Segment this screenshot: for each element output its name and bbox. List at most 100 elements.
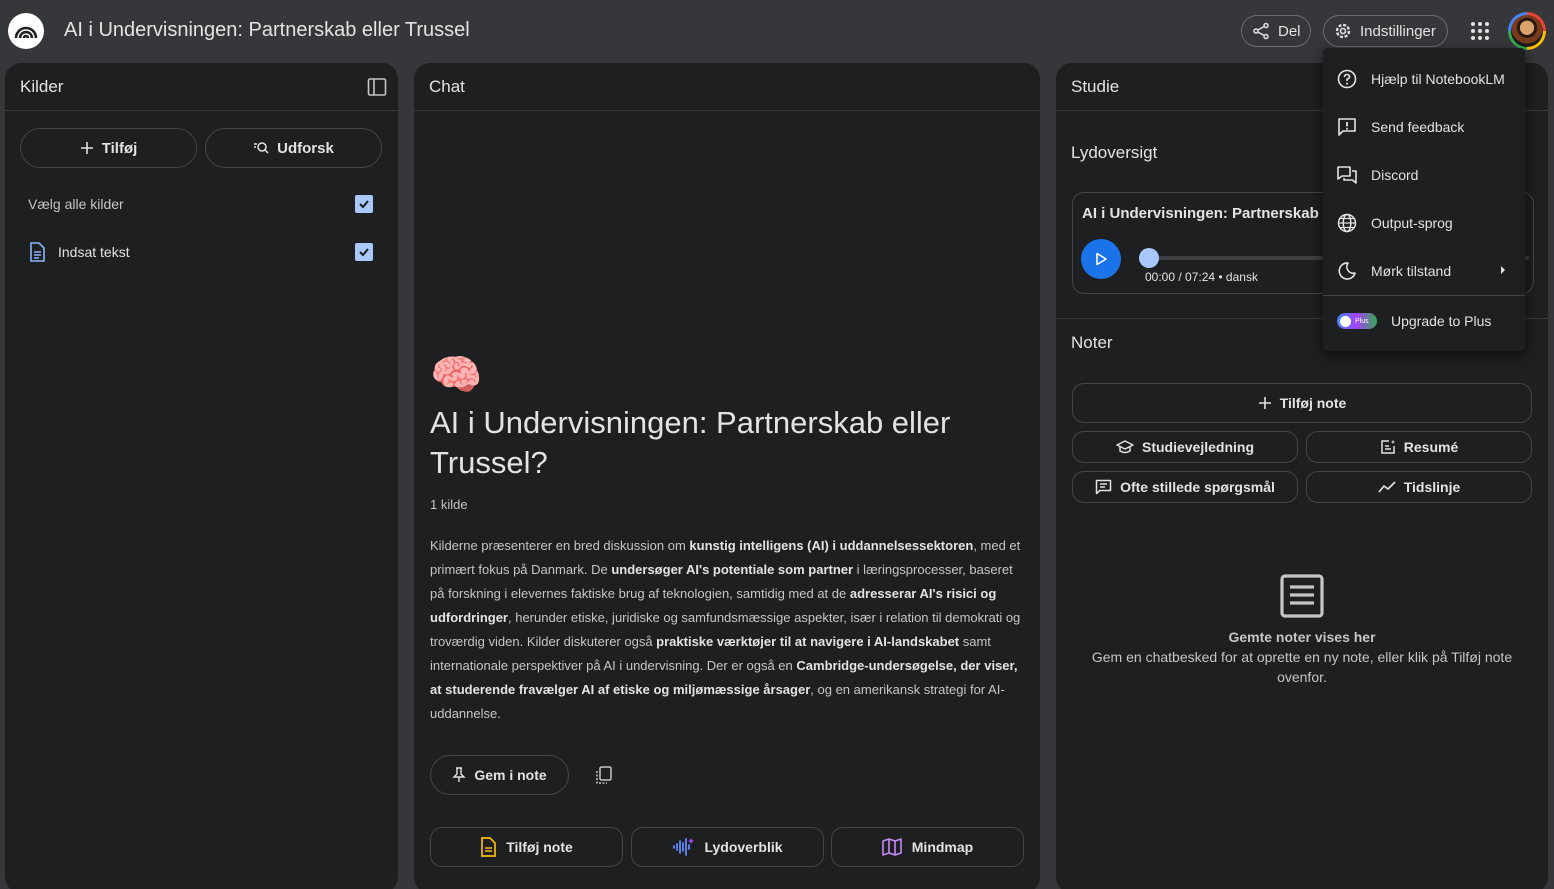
settings-menu: Hjælp til NotebookLM Send feedback Disco…: [1323, 48, 1525, 351]
menu-item-output-language[interactable]: Output-sprog: [1323, 199, 1525, 247]
add-source-label: Tilføj: [101, 139, 138, 157]
summary-segment: praktiske værktøjer til at navigere i AI…: [656, 634, 960, 649]
copy-icon[interactable]: [594, 765, 614, 785]
add-note-button[interactable]: Tilføj note: [1072, 383, 1532, 423]
menu-item-upgrade[interactable]: Plus Upgrade to Plus: [1323, 297, 1525, 345]
notes-empty-state: Gemte noter vises her Gem en chatbesked …: [1072, 573, 1532, 687]
select-all-label: Vælg alle kilder: [28, 196, 124, 212]
chat-notebook-overview: 🧠 AI i Undervisningen: Partnerskab eller…: [430, 353, 1030, 726]
faq-button[interactable]: Ofte stillede spørgsmål: [1072, 471, 1298, 503]
menu-item-dark-mode-label: Mørk tilstand: [1371, 263, 1452, 279]
apps-grid-icon[interactable]: [1468, 19, 1492, 43]
menu-item-feedback-label: Send feedback: [1371, 119, 1465, 135]
plus-badge-icon: Plus: [1337, 313, 1377, 329]
chat-panel: Chat 🧠 AI i Undervisningen: Partnerskab …: [414, 63, 1040, 889]
note-placeholder-icon: [1279, 573, 1325, 619]
settings-label: Indstillinger: [1360, 22, 1436, 40]
menu-divider: [1323, 295, 1525, 296]
audio-overview-button[interactable]: Lydoverblik: [631, 827, 824, 867]
menu-item-output-language-label: Output-sprog: [1371, 215, 1453, 231]
add-source-button[interactable]: Tilføj: [20, 128, 197, 168]
select-all-checkbox[interactable]: [355, 195, 373, 213]
plus-badge-label: Plus: [1355, 317, 1369, 325]
plus-icon: [1258, 396, 1272, 410]
gear-icon: [1334, 22, 1352, 40]
chat-header: Chat: [414, 63, 1040, 111]
notebook-title[interactable]: AI i Undervisningen: Partnerskab eller T…: [64, 19, 470, 42]
summary-label: Resumé: [1403, 439, 1459, 455]
map-icon: [881, 838, 902, 856]
faq-icon: [1095, 479, 1112, 495]
explore-label: Udforsk: [277, 139, 334, 157]
discord-icon: [1337, 165, 1357, 185]
explore-icon: [253, 140, 269, 156]
notebooklm-logo-icon[interactable]: [8, 13, 44, 49]
menu-item-feedback[interactable]: Send feedback: [1323, 103, 1525, 151]
audio-title: AI i Undervisningen: Partnerskab: [1082, 205, 1319, 222]
audio-progress-thumb[interactable]: [1139, 248, 1159, 268]
menu-item-help-label: Hjælp til NotebookLM: [1371, 71, 1505, 87]
summary-segment: kunstig intelligens (AI) i uddannelsesse…: [689, 538, 974, 553]
share-label: Del: [1278, 22, 1301, 40]
collapse-panel-icon[interactable]: [366, 76, 388, 98]
summary-segment: Kilderne præsenterer en bred diskussion …: [430, 538, 690, 553]
add-note-action-button[interactable]: Tilføj note: [430, 827, 623, 867]
timeline-label: Tidslinje: [1403, 479, 1461, 495]
summary-segment: undersøger AI's potentiale som partner: [611, 562, 854, 577]
chevron-right-icon: [1499, 265, 1507, 275]
menu-item-discord[interactable]: Discord: [1323, 151, 1525, 199]
help-icon: [1337, 69, 1357, 89]
mindmap-button[interactable]: Mindmap: [831, 827, 1024, 867]
play-icon: [1094, 252, 1108, 266]
source-item-checkbox[interactable]: [355, 243, 373, 261]
save-to-note-button[interactable]: Gem i note: [430, 755, 569, 795]
audio-time: 00:00 / 07:24 • dansk: [1145, 270, 1258, 284]
source-count: 1 kilde: [430, 497, 468, 512]
select-all-row[interactable]: Vælg alle kilder: [28, 192, 376, 216]
notes-title: Noter: [1071, 333, 1113, 352]
audio-overview-section-title: Lydoversigt: [1071, 143, 1158, 162]
save-to-note-label: Gem i note: [474, 767, 547, 783]
notebook-heading: AI i Undervisningen: Partnerskab eller T…: [430, 405, 951, 480]
notes-empty-text: Gem en chatbesked for at oprette en ny n…: [1091, 649, 1513, 685]
explore-sources-button[interactable]: Udforsk: [205, 128, 382, 168]
chat-title: Chat: [429, 76, 465, 96]
globe-icon: [1337, 213, 1357, 233]
sources-header: Kilder: [5, 63, 398, 111]
audio-wave-icon: [672, 837, 695, 857]
settings-button[interactable]: Indstillinger: [1323, 15, 1448, 47]
summary-icon: [1380, 439, 1396, 455]
timeline-button[interactable]: Tidslinje: [1306, 471, 1532, 503]
source-item[interactable]: Indsat tekst: [28, 240, 376, 264]
add-note-label: Tilføj note: [1279, 395, 1347, 411]
graduation-cap-icon: [1116, 440, 1134, 454]
share-button[interactable]: Del: [1241, 15, 1311, 47]
study-guide-button[interactable]: Studievejledning: [1072, 431, 1298, 463]
menu-item-dark-mode[interactable]: Mørk tilstand: [1323, 247, 1525, 295]
play-button[interactable]: [1081, 239, 1121, 279]
faq-label: Ofte stillede spørgsmål: [1120, 479, 1275, 495]
notes-empty-title: Gemte noter vises her: [1228, 629, 1376, 645]
text-document-icon: [28, 242, 46, 262]
document-icon: [480, 837, 497, 857]
plus-icon: [80, 141, 94, 155]
avatar[interactable]: [1508, 12, 1546, 50]
moon-icon: [1337, 261, 1357, 281]
notebook-summary: Kilderne præsenterer en bred diskussion …: [430, 534, 1026, 726]
add-note-action-label: Tilføj note: [506, 839, 573, 855]
feedback-icon: [1337, 117, 1357, 137]
menu-item-discord-label: Discord: [1371, 167, 1419, 183]
app-header: AI i Undervisningen: Partnerskab eller T…: [0, 0, 1554, 62]
brain-emoji-icon: 🧠: [430, 351, 483, 398]
sources-panel: Kilder Tilføj Udforsk Vælg alle kilder I…: [5, 63, 398, 889]
source-item-label: Indsat tekst: [58, 244, 130, 260]
timeline-icon: [1378, 481, 1396, 493]
menu-item-upgrade-label: Upgrade to Plus: [1391, 313, 1492, 329]
study-guide-label: Studievejledning: [1141, 439, 1254, 455]
audio-overview-label: Lydoverblik: [704, 839, 783, 855]
share-icon: [1252, 22, 1270, 40]
studio-title: Studie: [1071, 76, 1120, 96]
summary-button[interactable]: Resumé: [1306, 431, 1532, 463]
menu-item-help[interactable]: Hjælp til NotebookLM: [1323, 55, 1525, 103]
sources-title: Kilder: [20, 76, 64, 96]
